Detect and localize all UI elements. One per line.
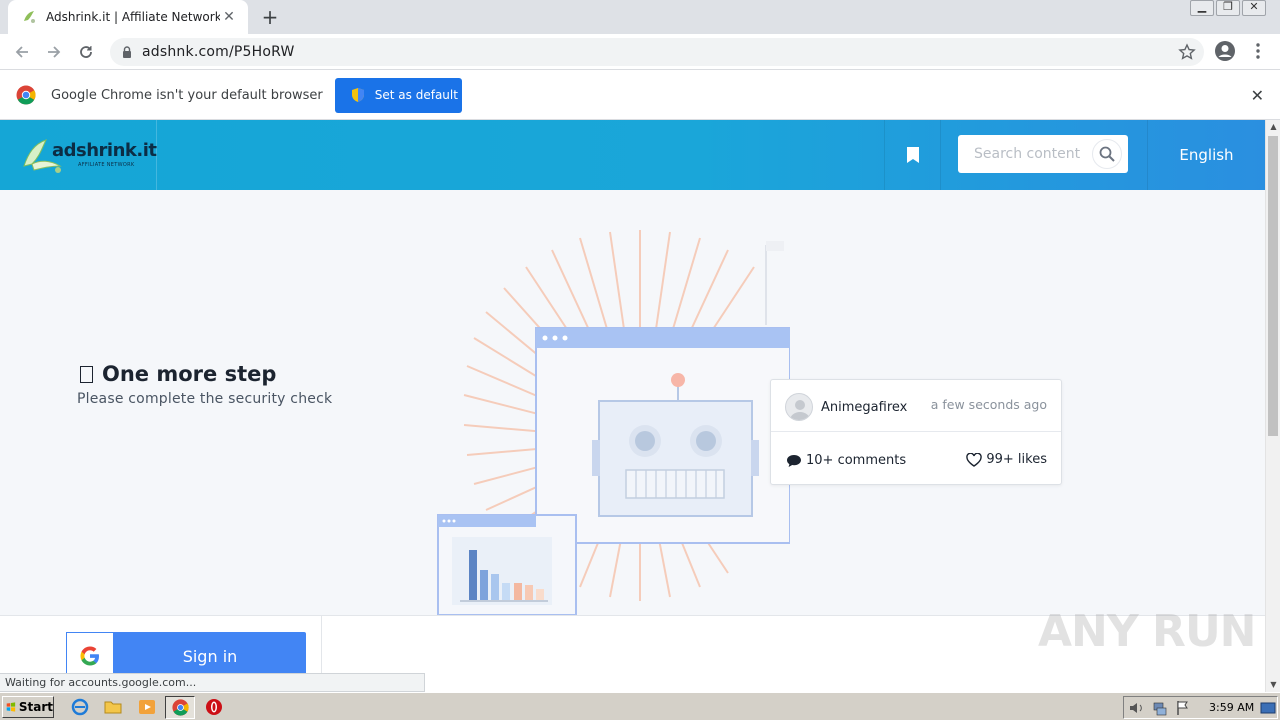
page-title: One more step — [80, 362, 276, 386]
start-button[interactable]: Start — [2, 696, 54, 718]
avatar — [785, 393, 813, 421]
chrome-taskbar-icon — [172, 699, 189, 716]
site-logo[interactable]: adshrink.it AFFILIATE NETWORK — [0, 120, 157, 190]
forward-button[interactable] — [38, 36, 70, 68]
site-header: adshrink.it AFFILIATE NETWORK Search con… — [0, 120, 1265, 190]
search-icon — [1099, 146, 1115, 162]
robot-illustration — [437, 230, 790, 615]
account-icon[interactable] — [1214, 40, 1236, 62]
post-card[interactable]: Animegafirex a few seconds ago 10+ comme… — [770, 379, 1062, 485]
browser-toolbar: adshnk.com/P5HoRW — [0, 34, 1280, 70]
language-label: English — [1179, 146, 1234, 164]
minimize-button[interactable]: ▁ — [1190, 0, 1214, 16]
lock-icon — [123, 46, 131, 58]
bookmark-button[interactable] — [884, 120, 941, 190]
back-button[interactable] — [6, 36, 38, 68]
search-placeholder: Search content — [974, 146, 1081, 162]
logo-subtitle: AFFILIATE NETWORK — [78, 162, 135, 168]
comments-label: 10+ comments — [806, 453, 907, 468]
opera-icon[interactable] — [205, 698, 223, 716]
action-center-flag-icon[interactable] — [1176, 700, 1190, 716]
scroll-thumb[interactable] — [1268, 136, 1278, 436]
tab-close-icon[interactable]: ✕ — [220, 9, 238, 25]
url-text: adshnk.com/P5HoRW — [142, 44, 295, 60]
infobar-message: Google Chrome isn't your default browser — [51, 87, 323, 103]
search-input[interactable]: Search content — [958, 135, 1128, 173]
restore-icon: ❐ — [1223, 0, 1233, 13]
star-icon[interactable] — [1178, 43, 1196, 61]
likes-count[interactable]: 99+ likes — [966, 452, 1047, 467]
media-player-icon[interactable] — [138, 698, 156, 716]
shield-icon — [351, 88, 364, 102]
page-scrollbar[interactable]: ▲ ▼ — [1265, 120, 1280, 692]
minimize-icon: ▁ — [1197, 0, 1207, 13]
search-button[interactable] — [1092, 139, 1122, 169]
set-as-default-button[interactable]: Set as default — [334, 77, 462, 113]
volume-icon[interactable] — [1129, 701, 1145, 715]
step-title-text: One more step — [102, 362, 277, 386]
google-g-icon — [80, 646, 99, 666]
taskbar-clock: 3:59 AM — [1209, 701, 1255, 714]
arrow-left-icon — [15, 45, 28, 58]
tab-title: Adshrink.it | Affiliate Network — [46, 10, 220, 24]
tab-strip: Adshrink.it | Affiliate Network ✕ + ▁ ❐ … — [0, 0, 1280, 34]
reload-button[interactable] — [70, 36, 102, 68]
menu-kebab-icon[interactable] — [1250, 40, 1266, 62]
browser-tab[interactable]: Adshrink.it | Affiliate Network ✕ — [8, 0, 248, 34]
heart-icon — [966, 452, 983, 467]
adshrink-favicon-icon — [24, 11, 35, 23]
chrome-logo-icon — [16, 85, 36, 105]
scroll-down-icon[interactable]: ▼ — [1266, 678, 1280, 692]
reload-icon — [80, 45, 92, 58]
arrow-right-icon — [48, 45, 61, 58]
comments-count[interactable]: 10+ comments — [786, 453, 906, 468]
likes-label: 99+ likes — [986, 452, 1047, 467]
post-time: a few seconds ago — [930, 397, 1047, 412]
network-icon[interactable] — [1152, 700, 1168, 716]
missing-glyph-icon — [80, 365, 93, 383]
post-card-header: Animegafirex a few seconds ago — [771, 380, 1061, 432]
logo-text: adshrink.it — [52, 140, 157, 161]
folder-icon[interactable] — [104, 698, 122, 716]
windows-flag-icon — [6, 702, 16, 712]
start-label: Start — [18, 700, 53, 714]
close-icon: ✕ — [1249, 0, 1259, 13]
chrome-taskbar-button[interactable] — [165, 696, 195, 719]
infobar-close-icon[interactable]: ✕ — [1251, 86, 1264, 105]
show-desktop-icon[interactable] — [1260, 701, 1276, 715]
post-author[interactable]: Animegafirex — [821, 400, 907, 415]
system-tray — [1123, 696, 1278, 719]
language-selector[interactable]: English — [1147, 120, 1265, 190]
scroll-up-icon[interactable]: ▲ — [1266, 120, 1280, 134]
page-subtitle: Please complete the security check — [77, 391, 333, 407]
user-avatar-icon — [790, 400, 810, 420]
set-as-default-label: Set as default — [374, 88, 458, 102]
address-bar[interactable]: adshnk.com/P5HoRW — [110, 38, 1204, 66]
new-tab-button[interactable]: + — [258, 6, 282, 28]
status-bubble: Waiting for accounts.google.com... — [0, 673, 425, 692]
default-browser-infobar: Google Chrome isn't your default browser… — [0, 71, 1280, 120]
bookmark-icon — [906, 147, 919, 163]
windows-taskbar: Start 3:59 AM — [0, 692, 1280, 720]
restore-button[interactable]: ❐ — [1216, 0, 1240, 16]
window-controls: ▁ ❐ ✕ — [1188, 0, 1266, 18]
anyrun-watermark: ANY RUN — [1038, 606, 1256, 657]
comment-bubble-icon — [787, 454, 801, 467]
close-window-button[interactable]: ✕ — [1242, 0, 1266, 16]
internet-explorer-icon[interactable] — [71, 698, 89, 716]
